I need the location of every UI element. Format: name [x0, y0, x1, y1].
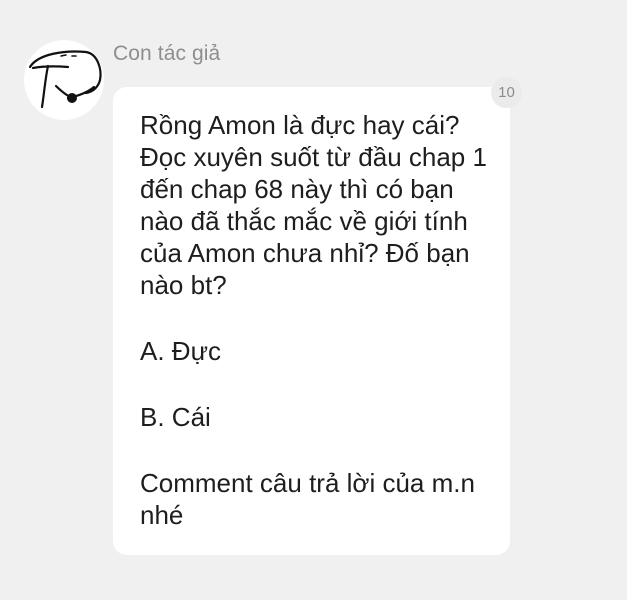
comment-paragraph-question: Rồng Amon là đực hay cái? Đọc xuyên suốt… [140, 110, 487, 300]
reaction-count-badge[interactable]: 10 [491, 77, 522, 108]
doodle-face-icon [28, 50, 102, 109]
author-name[interactable]: Con tác giả [113, 42, 220, 66]
comment-text: Rồng Amon là đực hay cái? Đọc xuyên suốt… [140, 109, 495, 531]
comment-bubble: Rồng Amon là đực hay cái? Đọc xuyên suốt… [113, 87, 510, 555]
avatar[interactable] [24, 40, 104, 120]
comment-paragraph-option-b: B. Cái [140, 402, 211, 432]
comment-paragraph-closing: Comment câu trả lời của m.n nhé [140, 468, 475, 530]
comment-paragraph-option-a: A. Đực [140, 336, 221, 366]
